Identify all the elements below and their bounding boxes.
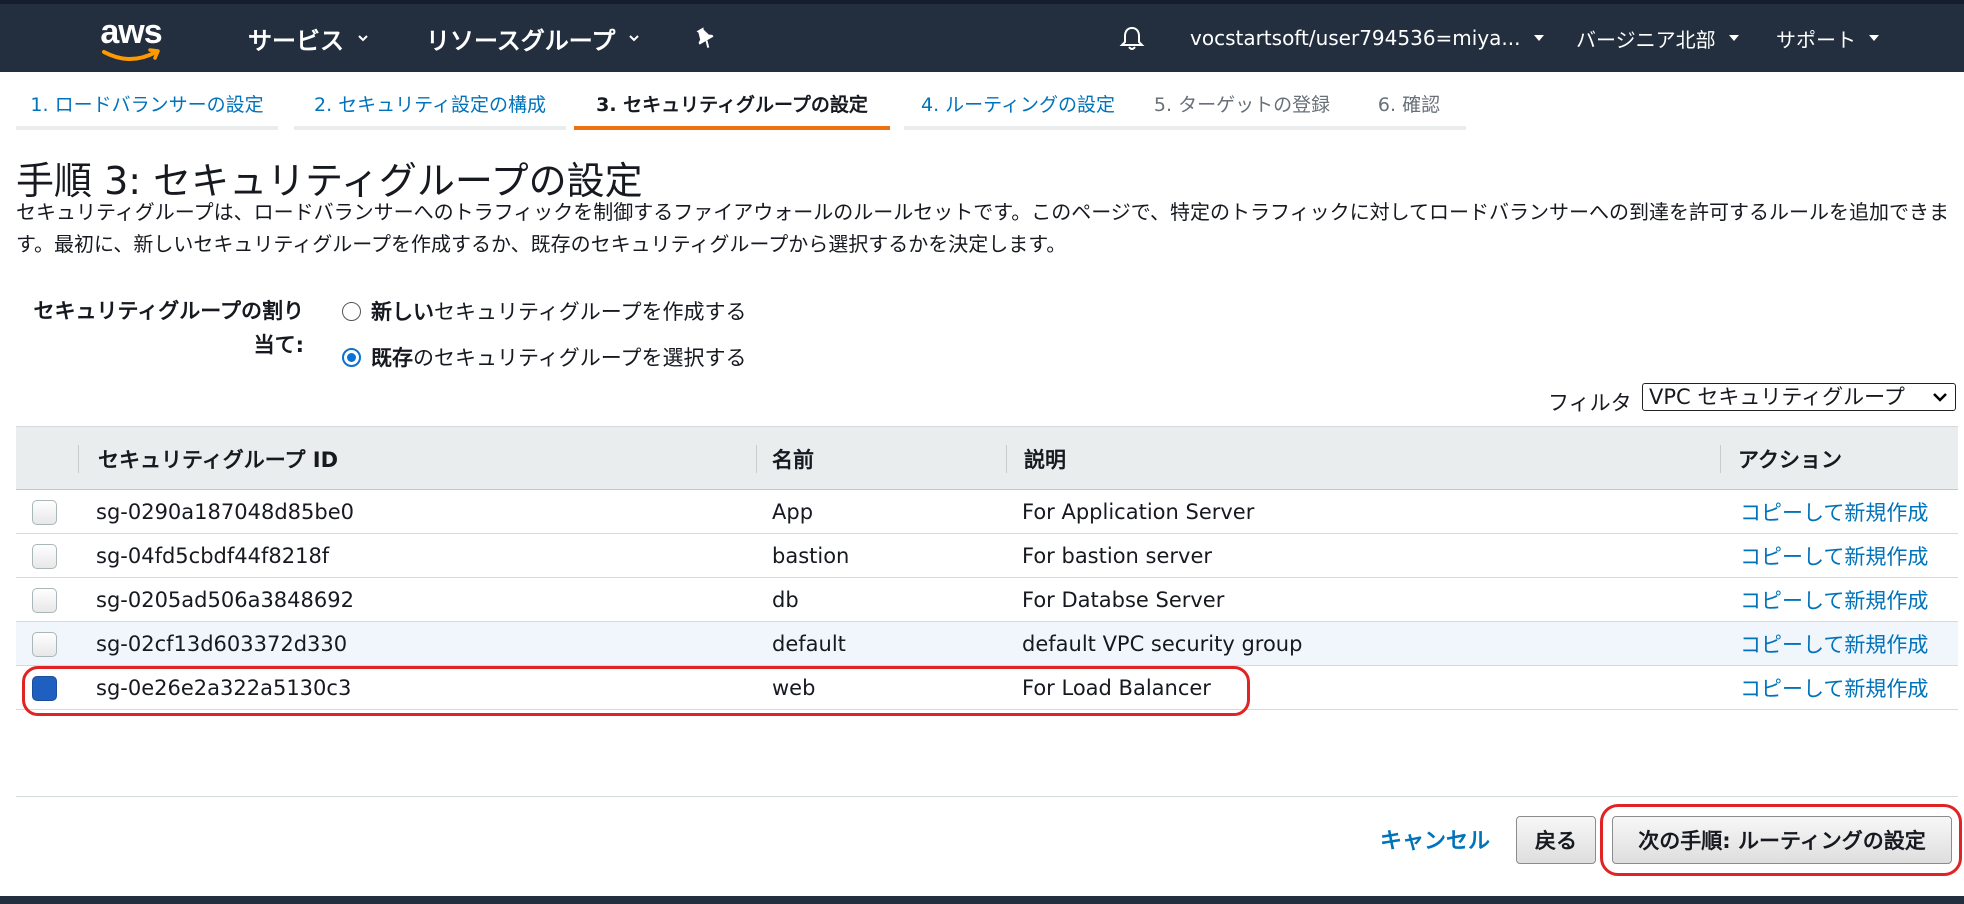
table-row[interactable]: sg-02cf13d603372d330 default default VPC…: [16, 622, 1958, 666]
region-menu[interactable]: バージニア北部: [1576, 4, 1740, 72]
step-2-security-settings[interactable]: 2. セキュリティ設定の構成: [294, 80, 566, 130]
row-checkbox[interactable]: [32, 632, 57, 657]
cell-group-id: sg-0205ad506a3848692: [96, 588, 354, 612]
account-menu[interactable]: vocstartsoft/user794536=miya...: [1190, 4, 1545, 72]
resource-groups-menu[interactable]: リソースグループ: [426, 4, 640, 72]
pin-icon: [696, 27, 714, 48]
cell-group-id: sg-02cf13d603372d330: [96, 632, 348, 656]
table-header: セキュリティグループ ID 名前 説明 アクション: [16, 426, 1958, 490]
cell-name: bastion: [772, 544, 850, 568]
cell-description: For Load Balancer: [1022, 676, 1211, 700]
account-label: vocstartsoft/user794536=miya...: [1190, 26, 1521, 50]
chevron-down-icon: [1933, 393, 1947, 402]
cell-group-id: sg-04fd5cbdf44f8218f: [96, 544, 330, 568]
top-navigation-bar: aws サービス リソースグループ vocstartsoft/user79453…: [0, 0, 1964, 72]
row-checkbox-checked[interactable]: [32, 676, 57, 701]
cell-description: For bastion server: [1022, 544, 1213, 568]
radio-label: セキュリティグループを作成する: [434, 300, 747, 324]
radio-label: のセキュリティグループを選択する: [413, 346, 747, 370]
chevron-down-icon: [1728, 35, 1739, 41]
footer-divider: [16, 796, 1958, 797]
row-checkbox[interactable]: [32, 588, 57, 613]
chevron-down-icon: [629, 35, 640, 42]
copy-to-new-link[interactable]: コピーして新規作成: [1740, 490, 1928, 534]
filter-label: フィルタ: [1548, 391, 1632, 415]
column-header-name[interactable]: 名前: [772, 427, 814, 491]
copy-to-new-link[interactable]: コピーして新規作成: [1740, 622, 1928, 666]
table-row[interactable]: sg-04fd5cbdf44f8218f bastion For bastion…: [16, 534, 1958, 578]
cell-name: default: [772, 632, 846, 656]
support-label: サポート: [1776, 27, 1856, 52]
column-separator: [756, 445, 757, 473]
table-row-selected[interactable]: sg-0e26e2a322a5130c3 web For Load Balanc…: [16, 666, 1958, 710]
copy-to-new-link[interactable]: コピーして新規作成: [1740, 666, 1928, 710]
radio-label-bold: 新しい: [371, 300, 434, 324]
cancel-button[interactable]: キャンセル: [1380, 818, 1490, 860]
cell-group-id: sg-0290a187048d85be0: [96, 500, 354, 524]
column-separator: [1006, 445, 1007, 473]
aws-smile-icon: [102, 48, 160, 61]
bottom-bar: [0, 896, 1964, 904]
table-row[interactable]: sg-0290a187048d85be0 App For Application…: [16, 490, 1958, 534]
radio-label-bold: 既存: [371, 346, 413, 370]
radio-button[interactable]: [342, 301, 361, 321]
cell-name: db: [772, 588, 799, 612]
column-header-description[interactable]: 説明: [1024, 427, 1066, 491]
cell-description: For Databse Server: [1022, 588, 1225, 612]
step-6-review: 6. 確認: [1352, 80, 1466, 130]
chevron-down-icon: [1869, 35, 1879, 41]
column-header-id[interactable]: セキュリティグループ ID: [98, 427, 338, 491]
copy-to-new-link[interactable]: コピーして新規作成: [1740, 578, 1928, 622]
resource-groups-label: リソースグループ: [426, 26, 616, 55]
aws-logo-text: aws: [100, 13, 162, 51]
region-label: バージニア北部: [1576, 27, 1716, 52]
bell-icon: [1119, 26, 1145, 50]
support-menu[interactable]: サポート: [1776, 4, 1880, 72]
services-label: サービス: [248, 26, 344, 55]
column-separator: [78, 445, 79, 473]
cell-group-id: sg-0e26e2a322a5130c3: [96, 676, 352, 700]
pin-button[interactable]: [694, 4, 716, 72]
column-header-actions: アクション: [1738, 448, 1842, 472]
next-routing-button[interactable]: 次の手順: ルーティングの設定: [1612, 816, 1952, 864]
notifications-button[interactable]: [1118, 4, 1146, 72]
aws-logo[interactable]: aws: [96, 14, 166, 66]
filter-select[interactable]: VPC セキュリティグループ: [1642, 383, 1956, 411]
cell-description: For Application Server: [1022, 500, 1255, 524]
step-1-load-balancer[interactable]: 1. ロードバランサーの設定: [16, 80, 278, 130]
table-row[interactable]: sg-0205ad506a3848692 db For Databse Serv…: [16, 578, 1958, 622]
step-5-register-targets: 5. ターゲットの登録: [1132, 80, 1352, 130]
radio-create-new[interactable]: 新しい セキュリティグループを作成する: [342, 296, 746, 326]
chevron-down-icon: [1533, 35, 1544, 41]
cell-description: default VPC security group: [1022, 632, 1303, 656]
cell-name: web: [772, 676, 816, 700]
column-separator: [1720, 445, 1721, 473]
row-checkbox[interactable]: [32, 500, 57, 525]
assignment-label: セキュリティグループの割り当て:: [33, 299, 304, 357]
back-button[interactable]: 戻る: [1516, 816, 1596, 864]
cell-name: App: [772, 500, 814, 524]
page-description: セキュリティグループは、ロードバランサーへのトラフィックを制御するファイアウォー…: [16, 200, 1949, 256]
radio-select-existing[interactable]: 既存 のセキュリティグループを選択する: [342, 342, 746, 372]
radio-button-selected[interactable]: [342, 347, 361, 367]
step-3-security-groups[interactable]: 3. セキュリティグループの設定: [574, 80, 890, 130]
services-menu[interactable]: サービス: [248, 4, 368, 72]
row-checkbox[interactable]: [32, 544, 57, 569]
step-4-routing[interactable]: 4. ルーティングの設定: [904, 80, 1132, 130]
copy-to-new-link[interactable]: コピーして新規作成: [1740, 534, 1928, 578]
filter-selected-value: VPC セキュリティグループ: [1649, 385, 1905, 409]
chevron-down-icon: [358, 35, 368, 42]
